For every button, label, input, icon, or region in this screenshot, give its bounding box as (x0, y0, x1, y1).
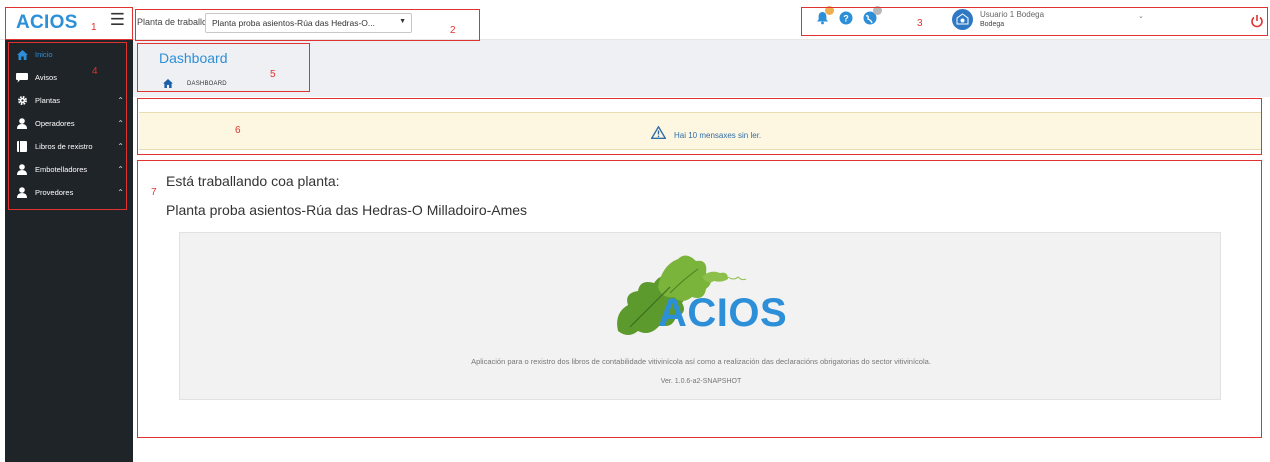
annotation-number: 1 (91, 22, 97, 33)
annotation-box (137, 160, 1262, 438)
annotation-number: 3 (917, 18, 923, 29)
annotation-box (5, 7, 133, 40)
annotation-box (8, 42, 127, 210)
annotation-box (135, 9, 480, 41)
app-page: ACIOS ☰ Planta de traballo Planta proba … (0, 0, 1270, 462)
annotation-number: 4 (92, 66, 98, 77)
annotation-box (137, 43, 310, 92)
annotation-number: 2 (450, 25, 456, 36)
annotation-box (801, 7, 1268, 36)
annotation-number: 7 (151, 187, 157, 198)
annotation-number: 6 (235, 125, 241, 136)
annotation-box (137, 98, 1262, 155)
annotation-number: 5 (270, 69, 276, 80)
